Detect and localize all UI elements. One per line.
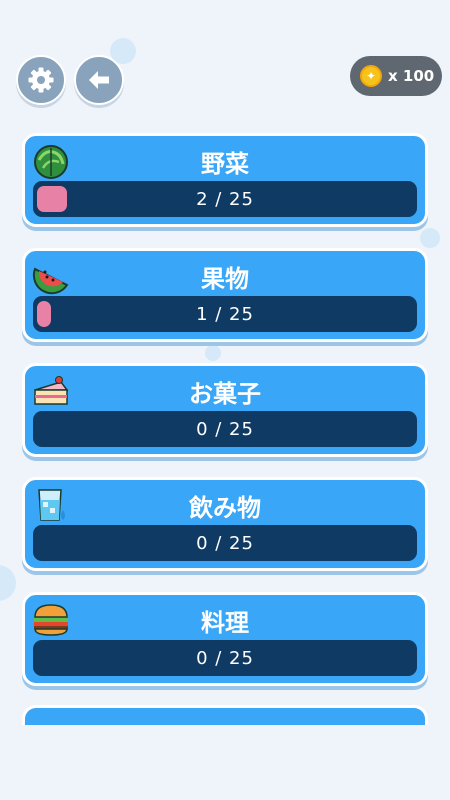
- category-card-partial[interactable]: [22, 705, 428, 725]
- progress-bar: 2 / 25: [33, 181, 417, 217]
- progress-text: 1 / 25: [196, 304, 254, 325]
- category-title: 飲み物: [189, 494, 261, 522]
- progress-text: 0 / 25: [196, 648, 254, 669]
- category-title: お菓子: [189, 380, 261, 408]
- progress-bar: 1 / 25: [33, 296, 417, 332]
- progress-text: 0 / 25: [196, 533, 254, 554]
- progress-bar: 0 / 25: [33, 525, 417, 561]
- category-card-sweets[interactable]: お菓子 0 / 25: [22, 363, 428, 457]
- progress-bar: 0 / 25: [33, 411, 417, 447]
- coin-icon: ✦: [360, 65, 382, 87]
- progress-bar: 0 / 25: [33, 640, 417, 676]
- category-card-fruits[interactable]: 果物 1 / 25: [22, 248, 428, 342]
- category-title: 果物: [201, 265, 249, 293]
- coin-count: x 100: [388, 67, 435, 85]
- progress-text: 0 / 25: [196, 419, 254, 440]
- category-card-drinks[interactable]: 飲み物 0 / 25: [22, 477, 428, 571]
- background-bubble: [0, 565, 16, 601]
- category-card-cooking[interactable]: 料理 0 / 25: [22, 592, 428, 686]
- category-card-vegetables[interactable]: 野菜 2 / 25: [22, 133, 428, 227]
- gear-icon: [28, 67, 54, 93]
- settings-button[interactable]: [16, 55, 66, 105]
- progress-text: 2 / 25: [196, 189, 254, 210]
- coin-counter: ✦ x 100: [350, 56, 442, 96]
- category-title: 料理: [201, 609, 249, 637]
- background-bubble: [420, 228, 440, 248]
- back-button[interactable]: [74, 55, 124, 105]
- arrow-left-icon: [89, 71, 109, 89]
- bottom-area: [0, 725, 450, 800]
- background-bubble: [205, 345, 221, 361]
- category-title: 野菜: [201, 150, 249, 178]
